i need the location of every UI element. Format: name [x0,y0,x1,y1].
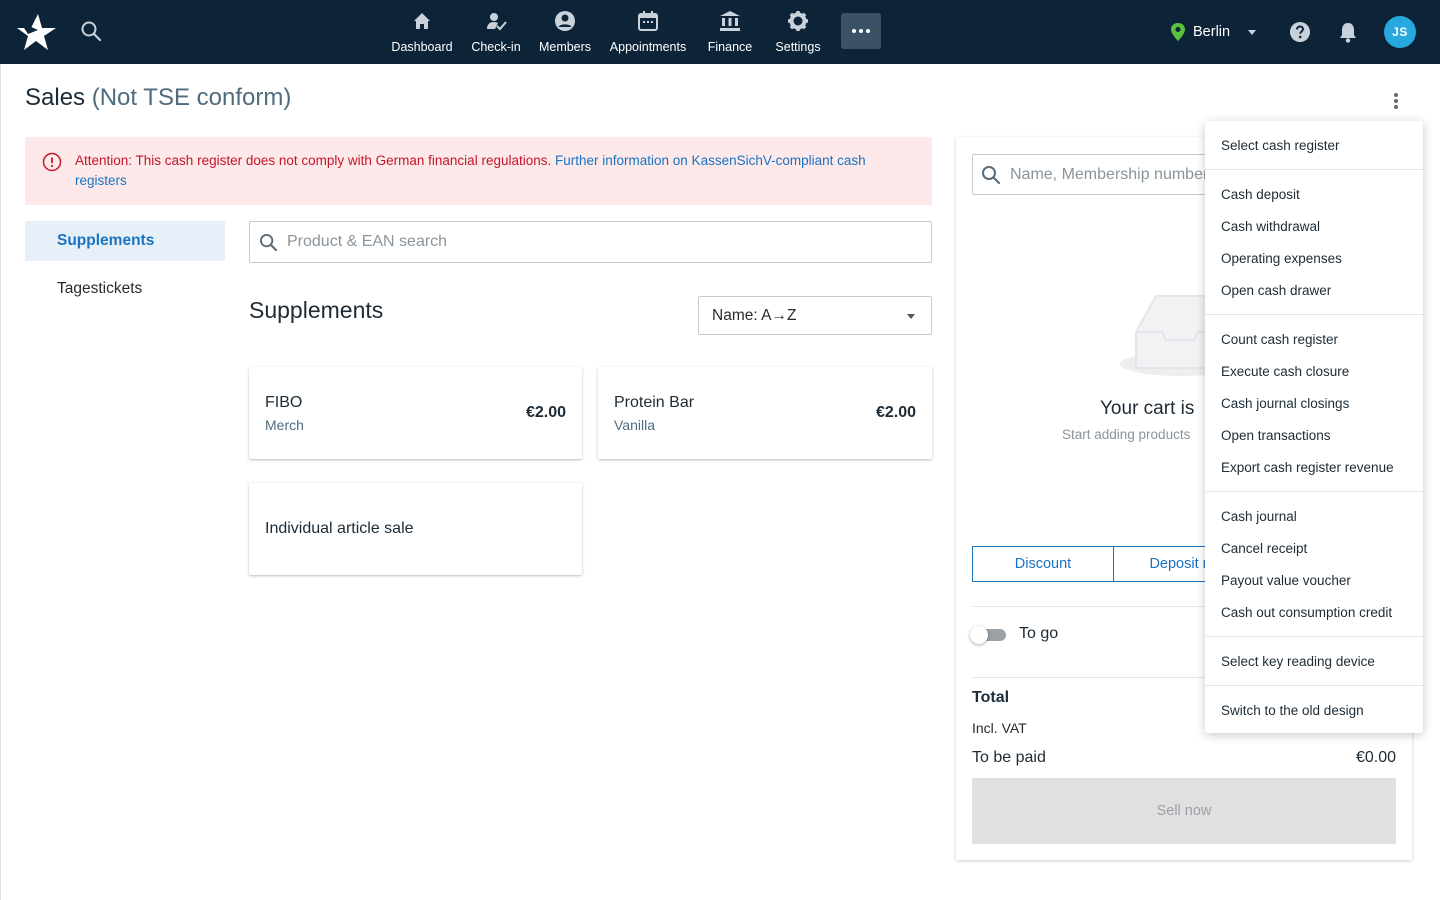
menu-item-switch-old-design[interactable]: Switch to the old design [1205,694,1423,726]
menu-item-select-key-reader[interactable]: Select key reading device [1205,645,1423,677]
page-title-main: Sales [25,84,86,111]
page-title: Sales (Not TSE conform) [25,84,291,112]
category-supplements[interactable]: Supplements [25,221,225,261]
chevron-down-icon [1248,29,1257,35]
menu-divider [1205,491,1423,492]
to-be-paid-value: €0.00 [1355,749,1396,766]
product-price: €2.00 [875,404,916,421]
more-nav-button[interactable] [841,13,881,49]
sell-now-button[interactable]: Sell now [972,778,1396,844]
compliance-alert: Attention: This cash register does not c… [25,137,932,205]
menu-item-cash-deposit[interactable]: Cash deposit [1205,178,1423,210]
menu-item-cash-withdrawal[interactable]: Cash withdrawal [1205,210,1423,242]
category-tagestickets[interactable]: Tagestickets [25,269,225,309]
nav-item-checkin[interactable]: Check-in [462,0,530,64]
location-name: Berlin [1193,24,1231,40]
search-icon[interactable] [80,20,102,42]
to-go-toggle[interactable] [970,626,1008,644]
product-card-protein-bar[interactable]: Protein Bar Vanilla €2.00 [598,367,932,459]
help-icon[interactable] [1289,21,1311,43]
more-options-icon[interactable] [1386,90,1406,112]
vat-label: Incl. VAT [972,720,1027,736]
menu-item-cash-journal-closings[interactable]: Cash journal closings [1205,387,1423,419]
alert-text: Attention: This cash register does not c… [75,151,915,191]
empty-cart-subtitle: Start adding products [1062,427,1191,442]
nav-item-appointments[interactable]: Appointments [600,0,696,64]
location-selector[interactable]: Berlin [1170,20,1257,44]
menu-item-count-cash-register[interactable]: Count cash register [1205,323,1423,355]
product-name: Individual article sale [265,520,414,537]
sort-selected-value: Name: A→Z [712,306,797,324]
to-be-paid-label: To be paid [972,749,1046,766]
gear-icon [788,11,808,31]
chevron-down-icon [907,314,915,319]
product-variant: Vanilla [614,417,655,433]
menu-item-open-cash-drawer[interactable]: Open cash drawer [1205,274,1423,306]
home-icon [414,13,430,29]
bell-icon[interactable] [1338,21,1358,43]
menu-item-select-cash-register[interactable]: Select cash register [1205,129,1423,161]
nav-label-dashboard: Dashboard [391,40,453,54]
section-title: Supplements [249,297,384,323]
nav-label-settings: Settings [775,40,821,54]
menu-item-open-transactions[interactable]: Open transactions [1205,419,1423,451]
menu-divider [1205,685,1423,686]
menu-divider [1205,169,1423,170]
empty-cart-title: Your cart is [1100,398,1195,419]
menu-item-cash-journal[interactable]: Cash journal [1205,500,1423,532]
alert-message: Attention: This cash register does not c… [75,153,555,168]
more-dots-icon [852,29,856,33]
cash-register-menu: Select cash register Cash deposit Cash w… [1205,121,1423,733]
menu-divider [1205,314,1423,315]
menu-item-cash-out-credit[interactable]: Cash out consumption credit [1205,596,1423,628]
avatar[interactable]: JS [1384,16,1416,48]
page-title-note: (Not TSE conform) [91,84,292,111]
product-variant: Merch [265,417,304,433]
nav-item-settings[interactable]: Settings [764,0,832,64]
nav-label-appointments: Appointments [609,40,687,54]
nav-item-finance[interactable]: Finance [696,0,764,64]
bank-icon [720,11,740,31]
product-name: FIBO [265,394,303,411]
location-pin-icon [1171,23,1185,41]
search-icon [259,233,278,252]
to-go-label: To go [1019,625,1059,642]
discount-button[interactable]: Discount [972,546,1114,582]
menu-item-execute-cash-closure[interactable]: Execute cash closure [1205,355,1423,387]
calendar-icon [638,11,658,31]
account-circle-icon [555,11,575,31]
product-search-input[interactable] [287,230,907,254]
main-nav: Dashboard Check-in Members Appointments … [382,0,832,64]
total-label: Total [972,689,1010,706]
alert-icon [42,152,62,172]
nav-item-dashboard[interactable]: Dashboard [382,0,462,64]
menu-item-operating-expenses[interactable]: Operating expenses [1205,242,1423,274]
sort-select[interactable]: Name: A→Z [698,296,932,335]
product-card-individual-article[interactable]: Individual article sale [249,483,582,575]
search-icon [982,166,1001,185]
product-name: Protein Bar [614,394,695,411]
menu-item-cancel-receipt[interactable]: Cancel receipt [1205,532,1423,564]
nav-label-finance: Finance [707,40,753,54]
person-check-icon [487,13,507,31]
product-price: €2.00 [525,404,566,421]
menu-divider [1205,636,1423,637]
top-navigation-bar: Dashboard Check-in Members Appointments … [0,0,1440,64]
nav-label-members: Members [538,40,592,54]
menu-item-payout-voucher[interactable]: Payout value voucher [1205,564,1423,596]
product-card-fibo[interactable]: FIBO Merch €2.00 [249,367,582,459]
page-left-border [0,64,1,900]
menu-item-export-revenue[interactable]: Export cash register revenue [1205,451,1423,483]
nav-item-members[interactable]: Members [530,0,600,64]
nav-label-checkin: Check-in [471,40,521,54]
product-search [249,221,932,263]
logo-icon[interactable] [16,12,56,52]
